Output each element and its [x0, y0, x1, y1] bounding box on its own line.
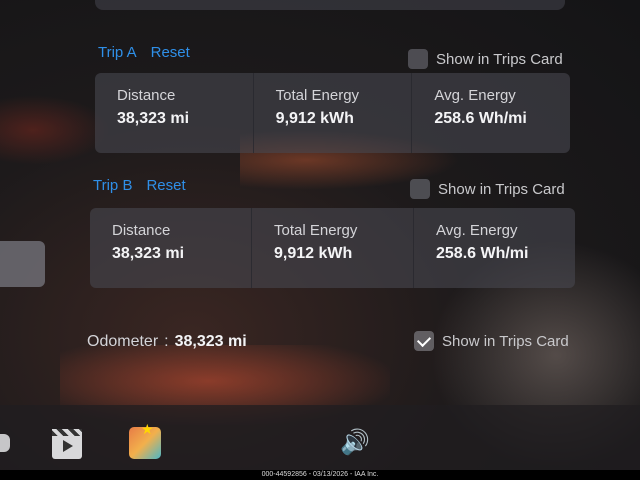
stat-value: 258.6 Wh/mi	[436, 245, 529, 262]
arcade-icon[interactable]	[129, 421, 161, 459]
trip-b-show-in-trips-card[interactable]: Show in Trips Card	[410, 179, 565, 199]
trip-b-stats-card: Distance 38,323 mi Total Energy 9,912 kW…	[90, 208, 575, 288]
stat-value: 38,323 mi	[117, 110, 190, 127]
trip-b-total-energy: Total Energy 9,912 kWh	[252, 208, 414, 288]
trip-b-show-checkbox[interactable]	[410, 179, 430, 199]
stat-value: 9,912 kWh	[274, 245, 353, 262]
app-dock	[0, 405, 640, 470]
odometer-show-checkbox[interactable]	[414, 331, 434, 351]
stat-label: Total Energy	[274, 222, 358, 239]
odometer: Odometer : 38,323 mi	[87, 333, 247, 351]
odometer-label: Odometer	[87, 333, 159, 350]
volume-icon[interactable]: 🔊	[340, 428, 370, 457]
odometer-separator: :	[164, 333, 169, 350]
trip-a-total-energy: Total Energy 9,912 kWh	[254, 73, 413, 153]
trip-a-title: Trip A	[98, 44, 137, 61]
watermark-text: 000-44592856 - 03/13/2026 - IAA Inc.	[261, 471, 379, 478]
odometer-show-in-trips-card[interactable]: Show in Trips Card	[414, 331, 569, 351]
stat-label: Avg. Energy	[436, 222, 518, 239]
stat-value: 9,912 kWh	[275, 110, 354, 127]
previous-stats-card	[95, 0, 565, 10]
trip-b-show-label: Show in Trips Card	[438, 180, 565, 198]
trip-a-header: Trip A Reset	[98, 44, 190, 61]
stat-value: 258.6 Wh/mi	[434, 110, 527, 127]
trip-a-reset-button[interactable]: Reset	[151, 44, 190, 61]
odometer-value: 38,323 mi	[174, 333, 247, 350]
trip-a-show-label: Show in Trips Card	[436, 50, 563, 68]
trip-a-stats-card: Distance 38,323 mi Total Energy 9,912 kW…	[95, 73, 570, 153]
trip-b-reset-button[interactable]: Reset	[146, 177, 185, 194]
trip-b-avg-energy: Avg. Energy 258.6 Wh/mi	[414, 208, 575, 288]
odometer-show-label: Show in Trips Card	[442, 332, 569, 350]
trip-a-avg-energy: Avg. Energy 258.6 Wh/mi	[412, 73, 570, 153]
trip-b-title: Trip B	[93, 177, 133, 194]
stat-value: 38,323 mi	[112, 245, 185, 262]
theater-icon[interactable]	[52, 429, 82, 459]
partial-app-icon[interactable]	[0, 434, 10, 452]
stat-label: Distance	[112, 222, 171, 239]
trip-a-show-checkbox[interactable]	[408, 49, 428, 69]
trip-a-distance: Distance 38,323 mi	[95, 73, 254, 153]
stat-label: Avg. Energy	[434, 87, 516, 104]
stat-label: Total Energy	[275, 87, 360, 104]
screen-glare	[0, 95, 110, 165]
side-panel-tab[interactable]	[0, 241, 45, 287]
trip-b-header: Trip B Reset	[93, 177, 186, 194]
stat-label: Distance	[117, 87, 176, 104]
trip-a-show-in-trips-card[interactable]: Show in Trips Card	[408, 49, 563, 69]
checkmark-icon	[416, 332, 432, 347]
trip-b-distance: Distance 38,323 mi	[90, 208, 252, 288]
